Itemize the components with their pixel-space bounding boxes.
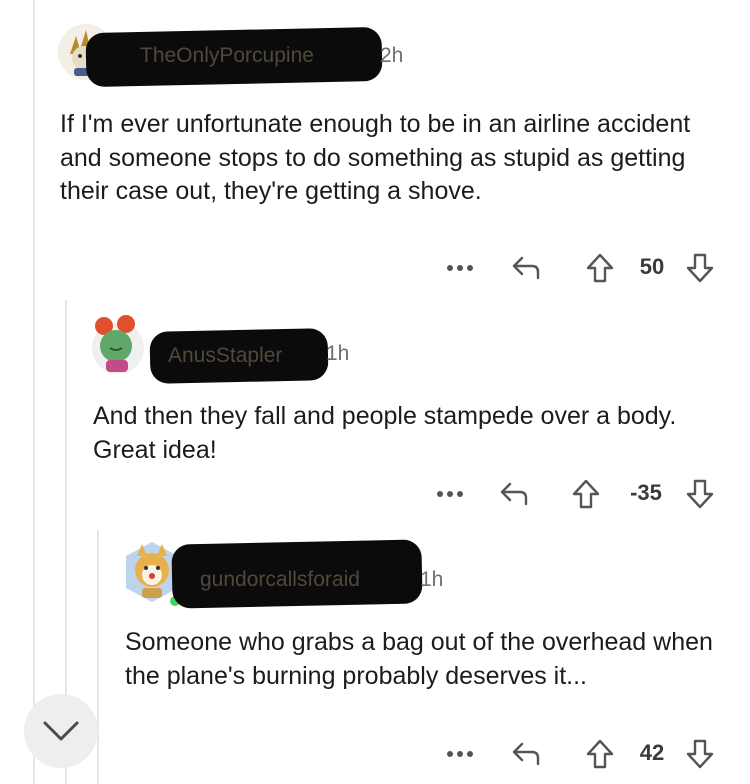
reply-arrow-icon (512, 742, 540, 766)
comment-actions: 50 (440, 248, 730, 288)
username[interactable]: gundorcallsforaid (200, 568, 360, 592)
vote-score: 50 (639, 254, 665, 279)
timestamp: 2h (380, 44, 404, 67)
upvote-arrow-icon (586, 253, 614, 283)
upvote-arrow-icon (572, 479, 600, 509)
collapse-thread-button[interactable] (24, 694, 98, 768)
more-options-icon (447, 751, 473, 757)
reply-button[interactable] (506, 734, 546, 774)
chevron-down-icon (43, 721, 79, 741)
more-options-button[interactable] (440, 248, 480, 288)
comment-body: If I'm ever unfortunate enough to be in … (60, 110, 691, 205)
comment-3: gundorcallsforaid 1h Someone who grabs a… (0, 530, 750, 784)
comment-body: Someone who grabs a bag out of the overh… (125, 628, 713, 690)
downvote-arrow-icon (686, 253, 714, 283)
username[interactable]: TheOnlyPorcupine (140, 44, 314, 68)
reply-button[interactable] (506, 248, 546, 288)
more-options-icon (447, 265, 473, 271)
comment-1: TheOnlyPorcupine 2h If I'm ever unfortun… (0, 0, 750, 300)
vote-score: -35 (630, 480, 662, 505)
frog-avatar-icon (92, 315, 144, 374)
downvote-button[interactable] (680, 474, 720, 514)
username[interactable]: AnusStapler (168, 344, 282, 368)
downvote-button[interactable] (680, 248, 720, 288)
more-options-button[interactable] (430, 474, 470, 514)
vote-score: 42 (639, 740, 665, 765)
downvote-arrow-icon (686, 739, 714, 769)
timestamp: 1h (420, 568, 444, 591)
downvote-arrow-icon (686, 479, 714, 509)
avatar[interactable] (88, 314, 148, 376)
reply-button[interactable] (494, 474, 534, 514)
more-options-icon (437, 491, 463, 497)
comment-actions: 42 (440, 734, 730, 774)
comment-actions: -35 (430, 474, 730, 514)
downvote-button[interactable] (680, 734, 720, 774)
more-options-button[interactable] (440, 734, 480, 774)
upvote-button[interactable] (580, 248, 620, 288)
upvote-button[interactable] (566, 474, 606, 514)
reply-arrow-icon (500, 482, 528, 506)
comment-2: AnusStapler 1h And then they fall and pe… (0, 300, 750, 530)
comment-body: And then they fall and people stampede o… (93, 402, 677, 464)
timestamp: 1h (326, 342, 350, 365)
upvote-arrow-icon (586, 739, 614, 769)
upvote-button[interactable] (580, 734, 620, 774)
reply-arrow-icon (512, 256, 540, 280)
